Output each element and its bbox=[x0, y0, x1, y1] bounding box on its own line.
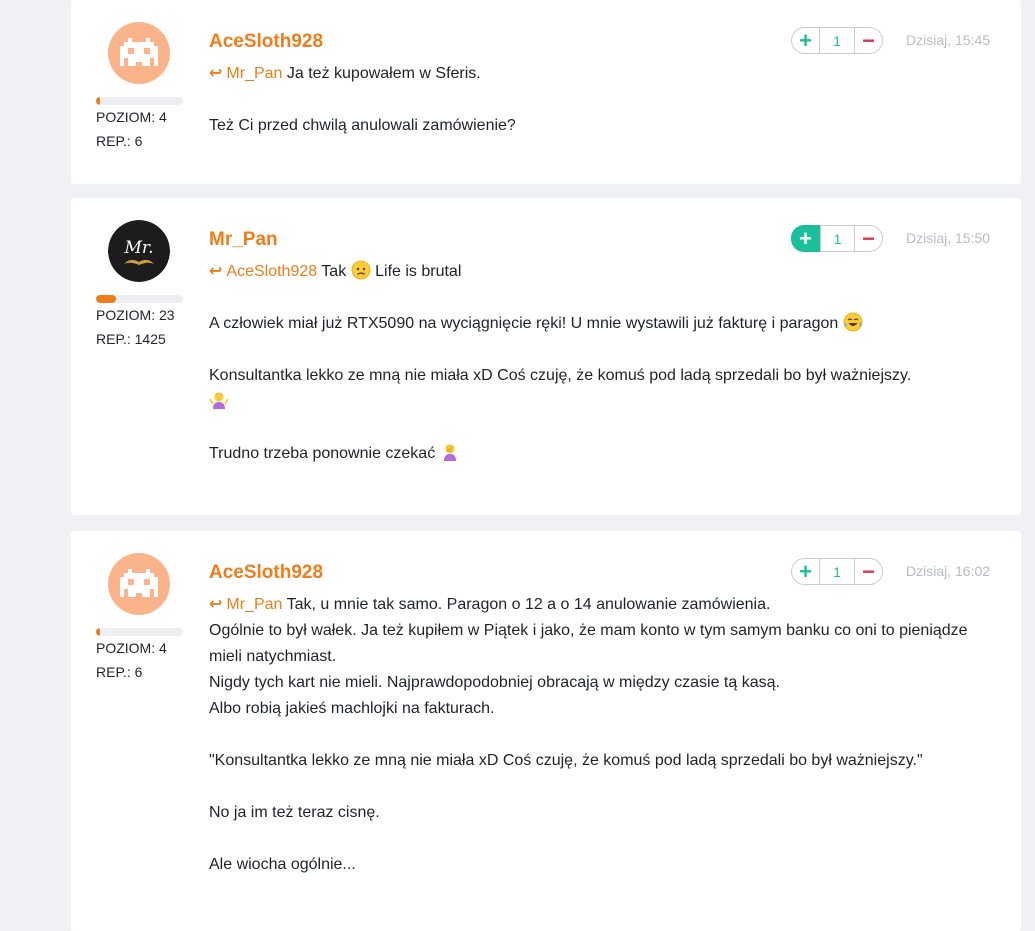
vote-count: 1 bbox=[833, 230, 842, 247]
rep-label: REP.: 6 bbox=[96, 664, 143, 680]
paragraph-text: Trudno trzeba ponownie czekać bbox=[209, 445, 436, 462]
mr-mustache-avatar-icon: Mr. bbox=[108, 220, 170, 282]
laughing-tears-emoji-icon bbox=[843, 312, 863, 332]
reply-arrow-icon: ↩ bbox=[209, 263, 223, 280]
reply-to-link[interactable]: Mr_Pan bbox=[226, 65, 282, 82]
sad-face-emoji-icon bbox=[351, 260, 371, 280]
forum-post: POZIOM: 4 REP.: 6 AceSloth928 ↩ Mr_Pan Ta… bbox=[71, 531, 1021, 931]
rep-label: REP.: 6 bbox=[96, 133, 143, 149]
level-progress-fill bbox=[96, 295, 116, 303]
post-line: No ja im też teraz cisnę. bbox=[209, 804, 380, 821]
svg-text:Mr.: Mr. bbox=[123, 238, 153, 258]
vote-control: + 1 − bbox=[791, 558, 883, 585]
upvote-button[interactable]: + bbox=[792, 28, 820, 53]
downvote-button[interactable]: − bbox=[854, 559, 882, 584]
post-timestamp[interactable]: Dzisiaj, 15:50 bbox=[906, 230, 990, 246]
reply-arrow-icon: ↩ bbox=[209, 596, 223, 613]
vote-count: 1 bbox=[833, 32, 841, 49]
paragraph-text: Konsultantka lekko ze mną nie miała xD C… bbox=[209, 367, 912, 384]
reply-text: Life is brutal bbox=[375, 263, 462, 280]
vote-control: + 1 − bbox=[791, 225, 883, 252]
upvote-button[interactable]: + bbox=[792, 559, 820, 584]
downvote-button[interactable]: − bbox=[854, 28, 882, 53]
reply-line: ↩ Mr_Pan Ja też kupowałem w Sferis. bbox=[209, 61, 1004, 87]
reply-text: Tak bbox=[321, 263, 347, 280]
facepalm-emoji-icon bbox=[443, 444, 456, 461]
username-link[interactable]: AceSloth928 bbox=[209, 561, 1004, 585]
quoted-text: "Konsultantka lekko ze mną nie miała xD … bbox=[209, 752, 923, 769]
level-label: POZIOM: 4 bbox=[96, 109, 167, 125]
post-line: Nigdy tych kart nie mieli. Najprawdopodo… bbox=[209, 674, 780, 691]
username-link[interactable]: AceSloth928 bbox=[209, 30, 1004, 54]
post-line: Ogólnie to był wałek. Ja też kupiłem w P… bbox=[209, 622, 968, 665]
avatar[interactable] bbox=[108, 22, 170, 84]
reply-line: ↩ Mr_Pan Tak, u mnie tak samo. Paragon o … bbox=[209, 592, 1004, 618]
level-label: POZIOM: 23 bbox=[96, 307, 175, 323]
shrug-emoji-icon bbox=[209, 392, 229, 409]
user-info: POZIOM: 4 REP.: 6 bbox=[96, 22, 184, 153]
post-line: Albo robią jakieś machlojki na fakturach… bbox=[209, 700, 495, 717]
post-content: AceSloth928 ↩ Mr_Pan Ja też kupowałem w S… bbox=[209, 30, 1004, 139]
post-timestamp[interactable]: Dzisiaj, 15:45 bbox=[906, 32, 990, 48]
post-paragraph: Konsultantka lekko ze mną nie miała xD C… bbox=[209, 363, 1004, 415]
post-content: AceSloth928 ↩ Mr_Pan Tak, u mnie tak samo… bbox=[209, 561, 1004, 878]
post-line: Ale wiocha ogólnie... bbox=[209, 856, 356, 873]
reply-line: ↩ AceSloth928 Tak Life is brutal bbox=[209, 259, 1004, 285]
level-progress-fill bbox=[96, 628, 100, 636]
rep-label: REP.: 1425 bbox=[96, 331, 166, 347]
forum-post: POZIOM: 4 REP.: 6 AceSloth928 ↩ Mr_Pan Ja… bbox=[71, 0, 1021, 184]
level-progress-bar bbox=[96, 295, 183, 303]
space-invader-avatar-icon bbox=[108, 22, 170, 84]
user-info: Mr. POZIOM: 23 REP.: 1425 bbox=[96, 220, 184, 351]
post-paragraph: A człowiek miał już RTX5090 na wyciągnię… bbox=[209, 311, 1004, 337]
vote-control: + 1 − bbox=[791, 27, 883, 54]
post-content: Mr_Pan ↩ AceSloth928 Tak Life is brutal A… bbox=[209, 228, 1004, 467]
reply-text: Tak, u mnie tak samo. Paragon o 12 a o 1… bbox=[286, 596, 771, 613]
level-progress-bar bbox=[96, 97, 183, 105]
reply-to-link[interactable]: Mr_Pan bbox=[226, 596, 282, 613]
downvote-button[interactable]: − bbox=[854, 226, 882, 251]
vote-count: 1 bbox=[833, 563, 841, 580]
paragraph-text: A człowiek miał już RTX5090 na wyciągnię… bbox=[209, 315, 839, 332]
avatar[interactable] bbox=[108, 553, 170, 615]
reply-to-link[interactable]: AceSloth928 bbox=[226, 263, 317, 280]
avatar[interactable]: Mr. bbox=[108, 220, 170, 282]
post-paragraph: Też Ci przed chwilą anulowali zamówienie… bbox=[209, 117, 516, 134]
reply-arrow-icon: ↩ bbox=[209, 65, 223, 82]
level-progress-bar bbox=[96, 628, 183, 636]
post-paragraph: Trudno trzeba ponownie czekać bbox=[209, 441, 1004, 467]
level-label: POZIOM: 4 bbox=[96, 640, 167, 656]
username-link[interactable]: Mr_Pan bbox=[209, 228, 1004, 252]
reply-text: Ja też kupowałem w Sferis. bbox=[286, 65, 481, 82]
level-progress-fill bbox=[96, 97, 100, 105]
space-invader-avatar-icon bbox=[108, 553, 170, 615]
upvote-button[interactable]: + bbox=[791, 225, 821, 252]
forum-post: Mr. POZIOM: 23 REP.: 1425 Mr_Pan ↩ AceSlo… bbox=[71, 198, 1021, 515]
user-info: POZIOM: 4 REP.: 6 bbox=[96, 553, 184, 684]
post-timestamp[interactable]: Dzisiaj, 16:02 bbox=[906, 563, 990, 579]
